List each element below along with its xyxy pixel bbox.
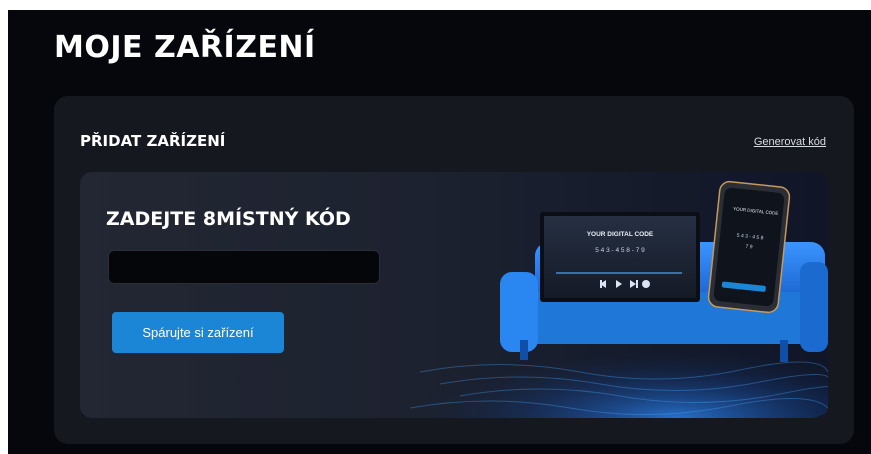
pair-heading: ZADEJTE 8MÍSTNÝ KÓD [106, 208, 351, 230]
phone-code-line2: 7 9 [745, 244, 753, 251]
code-input[interactable] [108, 250, 380, 284]
page: MOJE ZAŘÍZENÍ PŘIDAT ZAŘÍZENÍ Generovat … [8, 10, 871, 454]
tv-heading: YOUR DIGITAL CODE [587, 231, 654, 238]
pair-device-button[interactable]: Spárujte si zařízení [112, 312, 284, 353]
devices-illustration: YOUR DIGITAL CODE 5 4 3 - 4 5 8 - 7 9 YO… [400, 180, 828, 418]
tv-shape [540, 212, 700, 302]
pair-panel: ZADEJTE 8MÍSTNÝ KÓD Spárujte si zařízení [80, 172, 828, 418]
tv-code: 5 4 3 - 4 5 8 - 7 9 [595, 247, 645, 254]
card-title: PŘIDAT ZAŘÍZENÍ [80, 132, 226, 150]
add-device-card: PŘIDAT ZAŘÍZENÍ Generovat kód ZADEJTE 8M… [54, 96, 854, 444]
page-title: MOJE ZAŘÍZENÍ [54, 30, 316, 65]
generate-code-link[interactable]: Generovat kód [754, 136, 826, 148]
